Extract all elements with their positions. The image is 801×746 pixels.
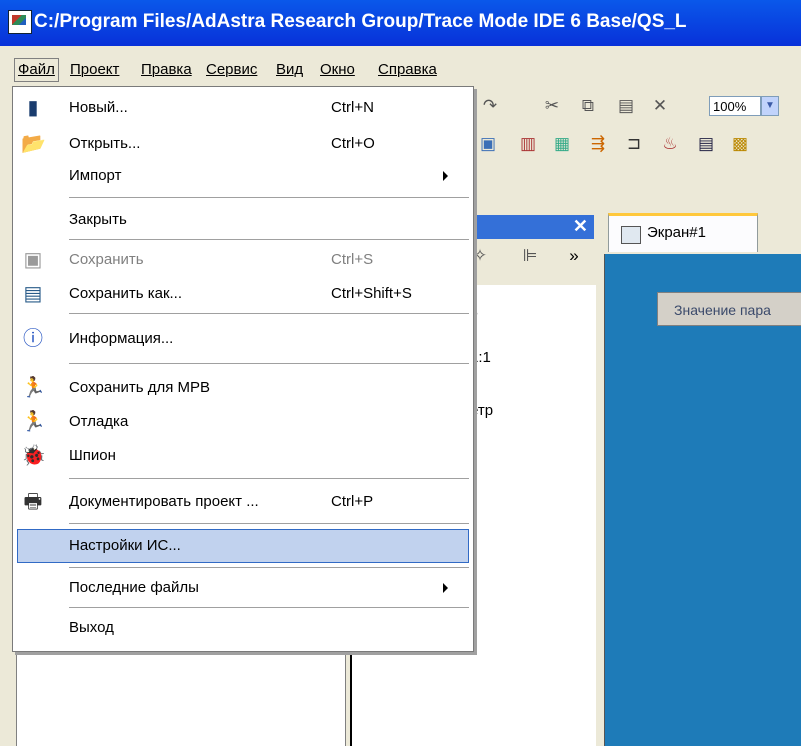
printer-icon: 🖶 (23, 491, 43, 513)
menu-bar: Файл Проект Правка Сервис Вид Окно Справ… (0, 57, 801, 83)
menu-separator (69, 523, 469, 524)
switch-icon[interactable]: ⊐ (624, 134, 644, 154)
menu-item-shortcut: Ctrl+P (331, 493, 374, 510)
menu-item-label: Документировать проект ... (69, 493, 259, 510)
menu-service[interactable]: Сервис (206, 61, 257, 78)
submenu-arrow-icon (443, 583, 448, 593)
menu-item-label: Открыть... (69, 135, 141, 152)
menu-item-document-project[interactable]: 🖶 Документировать проект ... Ctrl+P (13, 485, 473, 519)
menu-item-spy[interactable]: 🐞 Шпион (13, 439, 473, 473)
screen-icon (621, 226, 641, 244)
menu-item-label: Настройки ИС... (69, 537, 181, 554)
submenu-arrow-icon (443, 171, 448, 181)
menu-item-label: Новый... (69, 99, 128, 116)
menu-item-shortcut: Ctrl+O (331, 135, 375, 152)
menu-help[interactable]: Справка (378, 61, 437, 78)
copy-icon[interactable]: ⧉ (578, 96, 598, 116)
menu-item-label: Последние файлы (69, 579, 199, 596)
alarm-icon[interactable]: ♨ (660, 134, 680, 154)
tab-screen-1[interactable]: Экран#1 (608, 213, 758, 252)
save-for-runtime-icon: 🏃 (21, 377, 46, 399)
menu-item-label: Отладка (69, 413, 129, 430)
menu-window[interactable]: Окно (320, 61, 355, 78)
menu-item-save[interactable]: ▣ Сохранить Ctrl+S (13, 243, 473, 277)
window-title: C:/Program Files/AdAstra Research Group/… (34, 11, 687, 32)
menu-view[interactable]: Вид (276, 61, 303, 78)
tree-icon[interactable]: ⊫ (520, 246, 540, 266)
menu-item-info[interactable]: ⓘ Информация... (13, 322, 473, 356)
menu-file[interactable]: Файл (14, 58, 59, 82)
more-icon[interactable]: » (564, 246, 584, 266)
menu-item-label: Шпион (69, 447, 116, 464)
toolbar-standard: ↷ ✂ ⧉ ▤ ✕ 100% ▼ (470, 90, 801, 124)
info-icon: ⓘ (23, 328, 43, 350)
menu-item-shortcut: Ctrl+Shift+S (331, 285, 412, 302)
menu-separator (69, 313, 469, 314)
title-bar: C:/Program Files/AdAstra Research Group/… (0, 0, 801, 46)
menu-item-import[interactable]: Импорт (13, 159, 473, 193)
chevron-down-icon[interactable]: ▼ (761, 96, 779, 116)
save-as-icon: ▤ (23, 283, 43, 305)
new-document-icon: ▮ (27, 97, 39, 119)
menu-item-new[interactable]: ▮ Новый... Ctrl+N (13, 91, 473, 125)
menu-separator (69, 197, 469, 198)
paste-icon[interactable]: ▤ (616, 96, 636, 116)
menu-item-shortcut: Ctrl+N (331, 99, 374, 116)
value-display[interactable]: Значение пара (657, 292, 801, 326)
ok-button-icon[interactable]: ▣ (478, 134, 498, 154)
menu-separator (69, 478, 469, 479)
document-tabs: Экран#1 (600, 205, 801, 253)
menu-edit[interactable]: Правка (141, 61, 192, 78)
menu-separator (69, 567, 469, 568)
menu-item-label: Импорт (69, 167, 122, 184)
close-icon[interactable]: ✕ (573, 216, 588, 237)
file-menu: ▮ Новый... Ctrl+N 📂 Открыть... Ctrl+O Им… (12, 86, 474, 652)
menu-item-label: Сохранить для МРВ (69, 379, 211, 396)
menu-item-label: Сохранить как... (69, 285, 183, 302)
menu-item-label: Выход (69, 619, 114, 636)
menu-item-shortcut: Ctrl+S (331, 251, 374, 268)
menu-separator (69, 607, 469, 608)
menu-item-save-as[interactable]: ▤ Сохранить как... Ctrl+Shift+S (13, 277, 473, 311)
menu-item-label: Сохранить (69, 251, 144, 268)
menu-item-save-for-runtime[interactable]: 🏃 Сохранить для МРВ (13, 371, 473, 405)
menu-item-recent-files[interactable]: Последние файлы (13, 571, 473, 605)
navigator-header: ✕ (470, 215, 594, 239)
indicator-icon[interactable]: ▥ (518, 134, 538, 154)
save-icon: ▣ (23, 249, 43, 271)
menu-item-close[interactable]: Закрыть (13, 203, 473, 237)
toolbar-graphics: ▣ ▥ ▦ ⇶ ⊐ ♨ ▤ ▩ (470, 128, 801, 162)
bar-graph-icon[interactable]: ▩ (730, 134, 750, 154)
debug-runner-icon: 🏃 (21, 411, 46, 433)
menu-item-label: Информация... (69, 330, 174, 347)
menu-separator (69, 239, 469, 240)
app-icon[interactable] (8, 10, 32, 34)
menu-item-exit[interactable]: Выход (13, 611, 473, 645)
redo-icon[interactable]: ↷ (480, 96, 500, 116)
menu-project[interactable]: Проект (70, 61, 119, 78)
tab-label: Экран#1 (647, 224, 706, 241)
navigator-toolbar: ✧ ⊫ » (470, 240, 594, 274)
menu-item-debug[interactable]: 🏃 Отладка (13, 405, 473, 439)
open-folder-icon: 📂 (21, 133, 46, 155)
cut-icon[interactable]: ✂ (542, 96, 562, 116)
table-icon[interactable]: ▤ (696, 134, 716, 154)
menu-separator (69, 363, 469, 364)
delete-icon[interactable]: ✕ (650, 96, 670, 116)
menu-item-open[interactable]: 📂 Открыть... Ctrl+O (13, 127, 473, 161)
screen-canvas[interactable]: Значение пара (604, 254, 801, 746)
zoom-select[interactable]: 100% (709, 96, 761, 116)
menu-item-settings[interactable]: Настройки ИС... (17, 529, 469, 563)
spy-bug-icon: 🐞 (21, 445, 46, 467)
trend-icon[interactable]: ▦ (552, 134, 572, 154)
slider-icon[interactable]: ⇶ (588, 134, 608, 154)
menu-item-label: Закрыть (69, 211, 127, 228)
